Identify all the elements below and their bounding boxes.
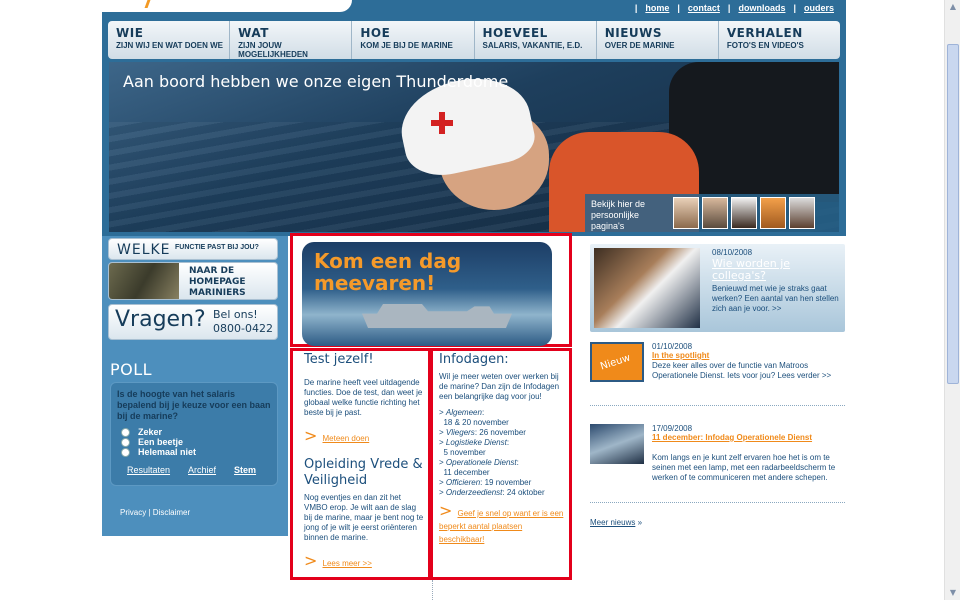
news-title-link[interactable]: 11 december: Infodag Operationele Dienst	[652, 433, 812, 443]
nav-item-hoe[interactable]: HOE KOM JE BIJ DE MARINE	[352, 21, 475, 59]
radio-icon[interactable]	[121, 447, 130, 457]
ship-icon	[362, 304, 512, 328]
person-thumb-3[interactable]	[731, 197, 757, 229]
footer-links: Privacy | Disclaimer	[120, 508, 191, 517]
divider	[590, 405, 845, 406]
meevaren-banner[interactable]: Kom een dag meevaren!	[302, 242, 552, 346]
opleiding-title: Opleiding Vrede & Veiligheid	[304, 457, 423, 488]
personal-pages-strip: Bekijk hier de persoonlijke pagina's	[585, 194, 839, 232]
scrollbar-thumb[interactable]	[947, 44, 959, 384]
nieuw-badge-icon: Nieuw	[590, 342, 644, 382]
personal-pages-text: Bekijk hier de persoonlijke pagina's	[591, 199, 646, 231]
disclaimer-link[interactable]: Disclaimer	[153, 508, 190, 517]
person-thumb-5[interactable]	[789, 197, 815, 229]
left-sidebar: WELKE FUNCTIE PAST BIJ JOU? NAAR DE HOME…	[102, 236, 288, 536]
utility-links: | home | contact | downloads | ouders	[634, 3, 834, 13]
collegas-photo	[594, 248, 700, 328]
list-item: > Operationele Dienst: 11 december	[439, 458, 519, 477]
poll-title: POLL	[110, 360, 153, 379]
scroll-down-arrow-icon[interactable]: ▼	[947, 587, 959, 599]
vertical-scrollbar[interactable]: ▲ ▼	[944, 0, 960, 600]
nav-item-wat[interactable]: WAT ZIJN JOUW MOGELIJKHEDEN	[230, 21, 353, 59]
mariniers-photo	[109, 263, 179, 299]
radio-icon[interactable]	[121, 427, 130, 437]
utility-bar: | home | contact | downloads | ouders	[102, 0, 846, 18]
poll-links: Resultaten Archief Stem	[127, 465, 256, 475]
nav-item-hoeveel[interactable]: HOEVEEL SALARIS, VAKANTIE, E.D.	[474, 21, 597, 59]
list-item: > Algemeen: 18 & 20 november	[439, 408, 509, 427]
person-thumb-4[interactable]	[760, 197, 786, 229]
list-item: > Officieren: 19 november	[439, 478, 532, 487]
radio-icon[interactable]	[121, 437, 130, 447]
infodagen-column: Infodagen: Wil je meer weten over werken…	[439, 352, 567, 545]
person-thumb-1[interactable]	[673, 197, 699, 229]
poll-option-helemaal-niet[interactable]: Helemaal niet	[121, 447, 196, 457]
meteen-doen-link[interactable]: Meteen doen	[323, 434, 370, 443]
news-text: Kom langs en je kunt zelf ervaren hoe he…	[652, 453, 836, 482]
util-link-ouders[interactable]: ouders	[804, 3, 834, 13]
divider	[432, 580, 433, 600]
poll-box: Is de hoogte van het salaris bepalend bi…	[110, 382, 278, 486]
news-item: Nieuw 01/10/2008 In the spotlight Deze k…	[590, 342, 845, 398]
main-nav: WIE ZIJN WIJ EN WAT DOEN WE WAT ZIJN JOUW …	[108, 21, 841, 59]
person-thumb-2[interactable]	[702, 197, 728, 229]
hero-image: Aan boord hebben we onze eigen Thunderdo…	[109, 62, 839, 232]
featured-text: Benieuwd met wie je straks gaat werken? …	[712, 284, 839, 313]
hero-tagline: Aan boord hebben we onze eigen Thunderdo…	[123, 72, 509, 91]
news-text: Deze keer alles over de functie van Matr…	[652, 361, 832, 380]
personal-pages-thumbnails	[673, 197, 815, 229]
header-corner	[102, 0, 352, 12]
featured-collegas: 08/10/2008 Wie worden je collega's? Beni…	[590, 244, 845, 332]
red-cross-icon	[431, 112, 453, 134]
divider	[590, 502, 845, 503]
header-area: WIE ZIJN WIJ EN WAT DOEN WE WAT ZIJN JOUW …	[102, 18, 846, 236]
test-title: Test jezelf!	[304, 352, 374, 367]
poll-archief-link[interactable]: Archief	[188, 465, 216, 475]
welke-functie-button[interactable]: WELKE FUNCTIE PAST BIJ JOU?	[108, 238, 278, 260]
news-photo	[590, 424, 644, 464]
util-link-downloads[interactable]: downloads	[738, 3, 785, 13]
infodagen-opgeven-link[interactable]: Geef je snel op want er is een beperkt a…	[439, 509, 563, 544]
test-opleiding-column: Test jezelf! De marine heeft veel uitdag…	[304, 352, 426, 570]
vragen-bel-ons-button[interactable]: Vragen? Bel ons! 0800-0422	[108, 304, 278, 340]
list-item: > Onderzeedienst: 24 oktober	[439, 488, 545, 497]
news-title-link[interactable]: In the spotlight	[652, 351, 709, 361]
nav-item-wie[interactable]: WIE ZIJN WIJ EN WAT DOEN WE	[108, 21, 231, 59]
test-text: De marine heeft veel uitdagende functies…	[304, 378, 423, 417]
featured-date: 08/10/2008	[712, 248, 753, 257]
poll-stem-link[interactable]: Stem	[234, 465, 256, 475]
poll-option-een-beetje[interactable]: Een beetje	[121, 437, 183, 447]
opleiding-text: Nog eventjes en dan zit het VMBO erop. J…	[304, 493, 424, 542]
news-date: 01/10/2008	[652, 342, 693, 351]
poll-question: Is de hoogte van het salaris bepalend bi…	[117, 389, 271, 421]
nav-item-nieuws[interactable]: NIEUWS OVER DE MARINE	[596, 21, 719, 59]
poll-option-zeker[interactable]: Zeker	[121, 427, 162, 437]
util-link-home[interactable]: home	[645, 3, 669, 13]
news-item: 17/09/2008 11 december: Infodag Operatio…	[590, 424, 845, 494]
util-link-contact[interactable]: contact	[688, 3, 720, 13]
infodagen-list: > Algemeen: 18 & 20 november > Vliegers:…	[439, 408, 567, 498]
infodagen-title: Infodagen:	[439, 352, 509, 367]
chevron-right-icon: »	[637, 518, 643, 527]
news-date: 17/09/2008	[652, 424, 693, 433]
scroll-up-arrow-icon[interactable]: ▲	[947, 1, 959, 13]
nav-item-verhalen[interactable]: VERHALEN FOTO'S EN VIDEO'S	[718, 21, 841, 59]
meer-nieuws-link[interactable]: Meer nieuws	[590, 518, 635, 527]
infodagen-intro: Wil je meer weten over werken bij de mar…	[439, 372, 560, 401]
meer-nieuws: Meer nieuws »	[590, 518, 642, 527]
list-item: > Vliegers: 26 november	[439, 428, 526, 437]
lees-meer-link[interactable]: Lees meer >>	[323, 559, 372, 568]
privacy-link[interactable]: Privacy	[120, 508, 146, 517]
list-item: > Logistieke Dienst: 5 november	[439, 438, 510, 457]
mariniers-homepage-button[interactable]: NAAR DE HOMEPAGE MARINIERS	[108, 262, 278, 300]
featured-title-link[interactable]: Wie worden je collega's?	[712, 258, 845, 282]
poll-resultaten-link[interactable]: Resultaten	[127, 465, 170, 475]
